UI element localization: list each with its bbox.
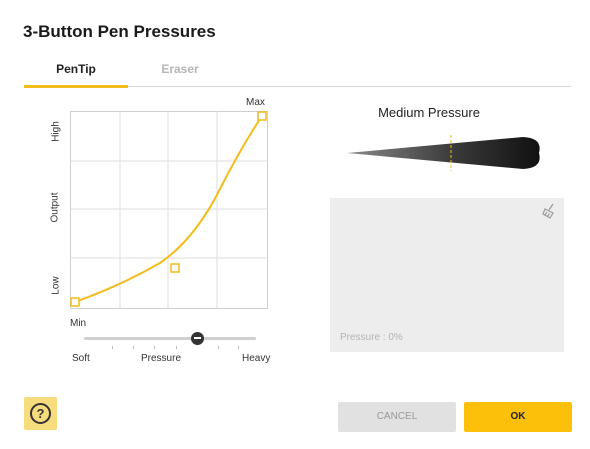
test-pressure-readout: Pressure : 0% [340, 332, 403, 343]
y-axis-title: Output [49, 192, 61, 223]
slider-tick [238, 346, 239, 349]
dialog-title: 3-Button Pen Pressures [23, 22, 216, 41]
active-tab-indicator [24, 85, 128, 88]
help-button[interactable]: ? [24, 397, 57, 430]
slider-pressure-label: Pressure [141, 353, 182, 364]
graph-grid [70, 111, 268, 309]
max-label: Max [246, 97, 265, 108]
curve-handle-min[interactable] [70, 297, 80, 307]
pressure-curve-svg [70, 111, 268, 309]
pen-test-area[interactable] [330, 198, 564, 352]
pressure-slider-track[interactable] [84, 337, 256, 340]
stroke-preview [347, 135, 540, 171]
tab-pentip[interactable]: PenTip [24, 62, 128, 76]
slider-heavy-label: Heavy [242, 353, 271, 364]
tab-eraser[interactable]: Eraser [128, 62, 232, 76]
ok-button[interactable]: OK [464, 402, 572, 432]
slider-tick [218, 346, 219, 349]
cancel-button[interactable]: CANCEL [338, 402, 456, 432]
min-label: Min [70, 318, 87, 329]
pressure-curve-graph[interactable] [70, 111, 268, 309]
slider-soft-label: Soft [72, 353, 90, 364]
broom-icon[interactable] [541, 203, 557, 219]
slider-tick [154, 346, 155, 349]
pressure-level-title: Medium Pressure [378, 105, 480, 120]
pressure-slider-thumb[interactable] [191, 332, 204, 345]
curve-handle-mid[interactable] [170, 263, 180, 273]
y-axis-high-label: High [50, 121, 62, 142]
help-icon: ? [30, 403, 51, 424]
y-axis-low-label: Low [50, 276, 62, 295]
slider-tick [176, 346, 177, 349]
slider-tick [133, 346, 134, 349]
curve-handle-max[interactable] [257, 111, 267, 121]
slider-tick [112, 346, 113, 349]
